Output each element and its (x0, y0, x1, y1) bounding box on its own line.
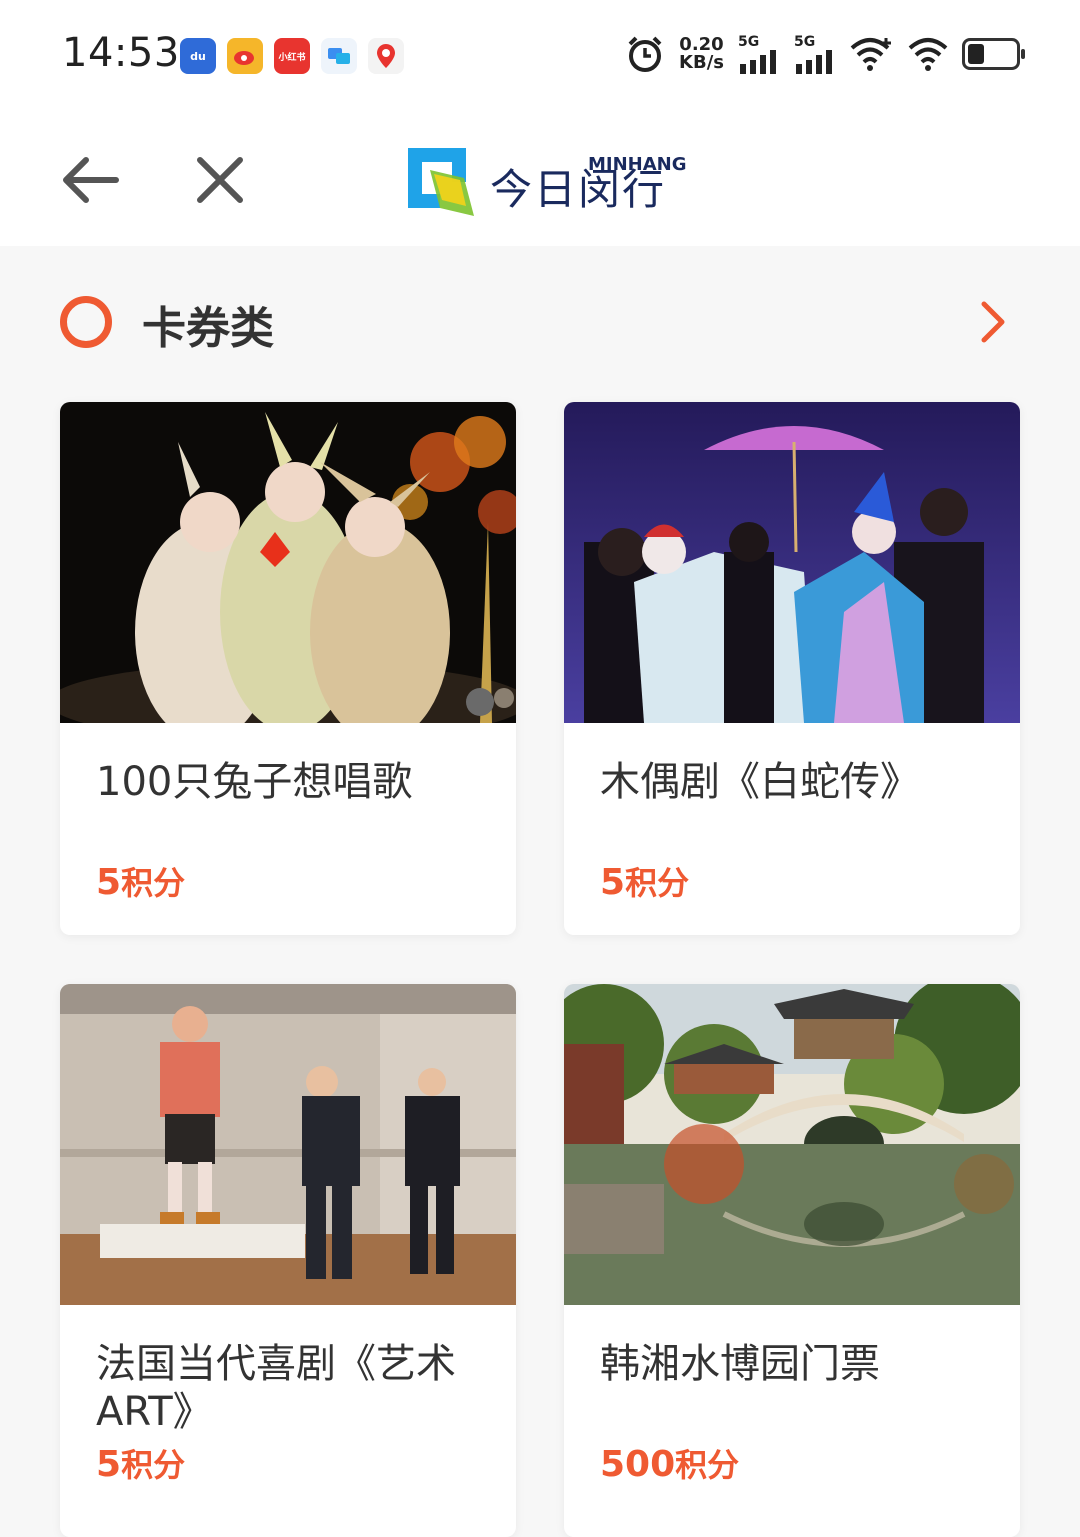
speed-unit: KB/s (679, 52, 724, 73)
notification-icons: du 小红书 (180, 38, 404, 74)
baidu-icon: du (180, 38, 216, 74)
points-value: 5 (96, 862, 122, 903)
close-icon (197, 157, 243, 203)
app-logo: 今日闵行 MINHANG (404, 134, 687, 224)
back-button[interactable] (58, 152, 122, 208)
coupon-card[interactable]: 100只兔子想唱歌 5积分 (60, 402, 516, 935)
card-title: 韩湘水博园门票 (600, 1341, 880, 1387)
battery-level (968, 44, 984, 64)
wifi-icon (908, 38, 948, 71)
points-value: 5 (96, 1444, 122, 1485)
points-unit: 积分 (121, 864, 186, 902)
app-header: 今日闵行 MINHANG (0, 112, 1080, 246)
card-image (564, 984, 1020, 1305)
signal-bars-icon (796, 50, 832, 74)
wifi-plus-icon (850, 38, 891, 71)
points-value: 500 (600, 1444, 676, 1485)
section-more-button[interactable] (978, 300, 1008, 344)
status-bar: 14:53 du 小红书 0.20 KB/s 5G 5G (0, 0, 1080, 112)
network-speed: 0.20 KB/s (679, 36, 724, 72)
card-points: 5积分 (96, 858, 185, 904)
xiaohongshu-icon: 小红书 (274, 38, 310, 74)
card-image (60, 984, 516, 1305)
weibo-icon (227, 38, 263, 74)
card-points: 5积分 (600, 858, 689, 904)
signal-5g-2: 5G (794, 34, 836, 74)
status-time: 14:53 (62, 30, 180, 76)
section-title: 卡券类 (142, 303, 274, 354)
card-image (60, 402, 516, 723)
section-header: 卡券类 (60, 290, 1020, 354)
status-indicators: 0.20 KB/s 5G 5G (625, 34, 1025, 74)
circle-icon (60, 296, 112, 348)
signal-bars-icon (740, 50, 776, 74)
points-unit: 积分 (675, 1446, 740, 1484)
minhang-logo-icon (408, 148, 474, 216)
signal-5g-1: 5G (738, 34, 780, 74)
points-unit: 积分 (121, 1446, 186, 1484)
card-title: 100只兔子想唱歌 (96, 759, 413, 805)
map-pin-icon (368, 38, 404, 74)
logo-text-en: MINHANG (588, 154, 687, 175)
coupon-card[interactable]: 木偶剧《白蛇传》 5积分 (564, 402, 1020, 935)
coupon-card[interactable]: 法国当代喜剧《艺术ART》 5积分 (60, 984, 516, 1537)
coupon-card[interactable]: 韩湘水博园门票 500积分 (564, 984, 1020, 1537)
points-value: 5 (600, 862, 626, 903)
alarm-icon (628, 36, 662, 72)
card-title: 法国当代喜剧《艺术ART》 (96, 1341, 456, 1435)
points-unit: 积分 (625, 864, 690, 902)
battery-icon (962, 38, 1025, 70)
card-points: 500积分 (600, 1440, 739, 1486)
card-image (564, 402, 1020, 723)
close-button[interactable] (192, 152, 248, 208)
card-title: 木偶剧《白蛇传》 (600, 759, 920, 805)
message-icon (321, 38, 357, 74)
chevron-right-icon (981, 301, 1005, 343)
card-points: 5积分 (96, 1440, 185, 1486)
arrow-left-icon (63, 157, 119, 203)
